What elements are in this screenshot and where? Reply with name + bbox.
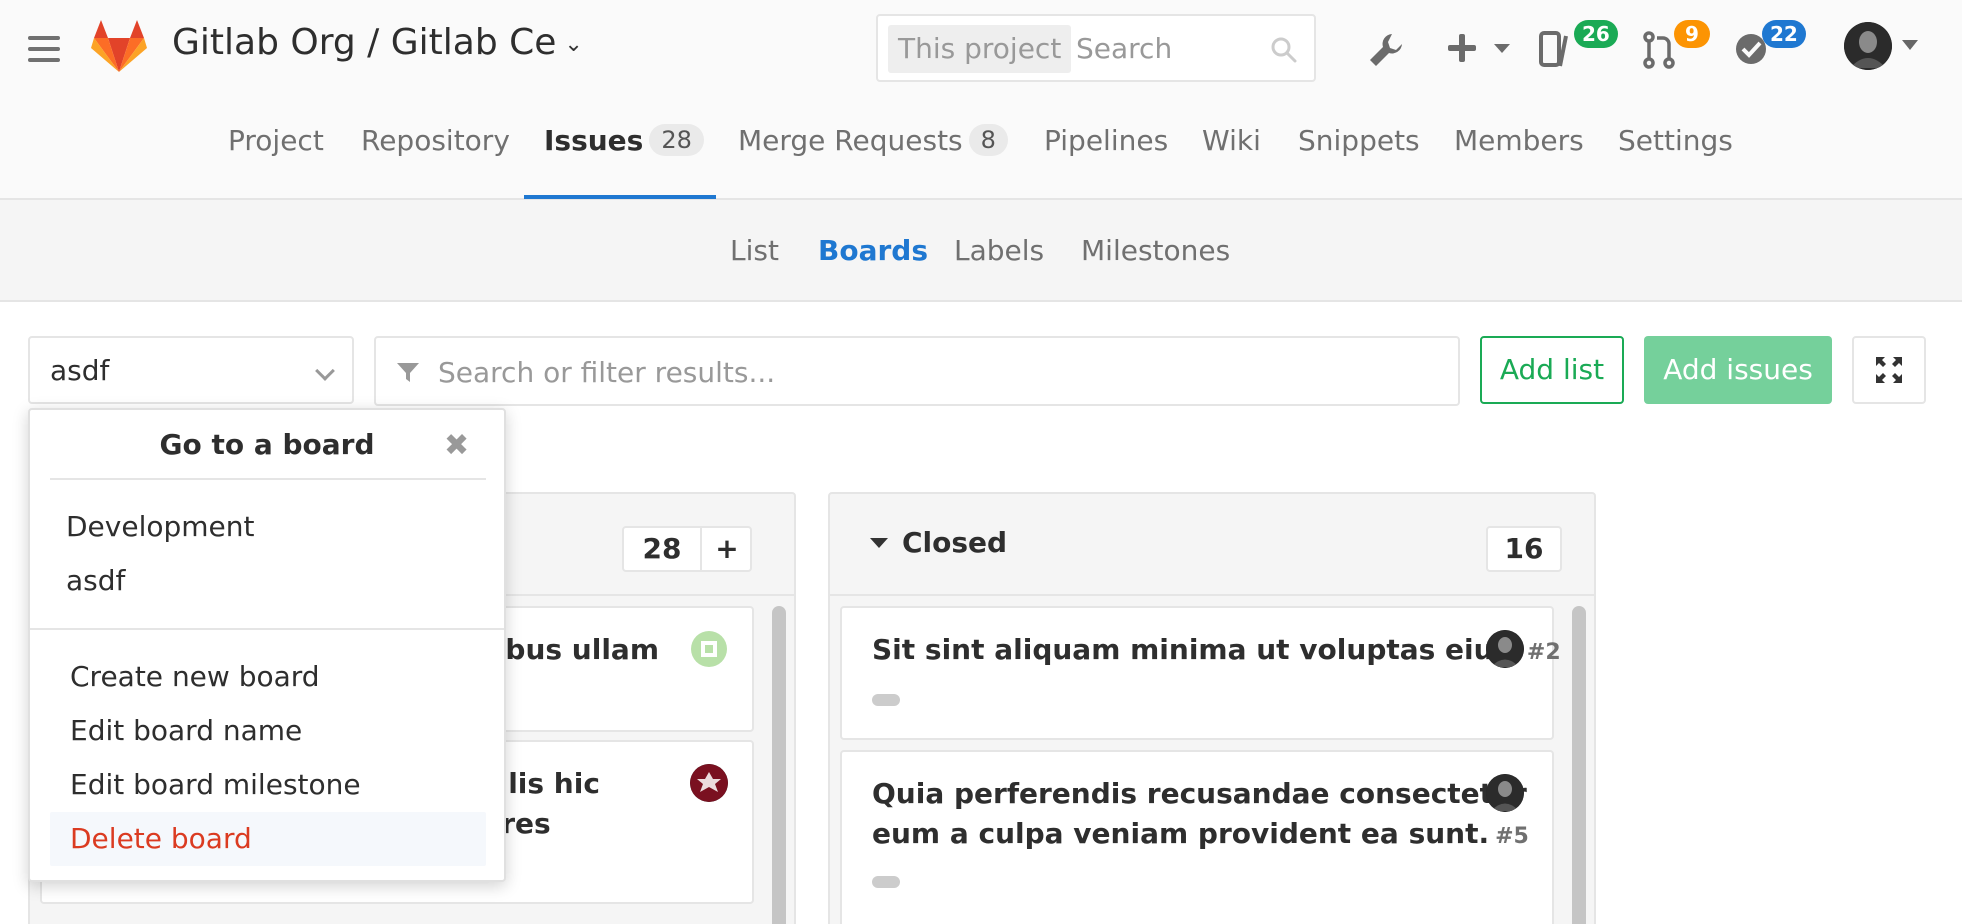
gitlab-logo-icon[interactable] (90, 18, 148, 74)
issue-id: #5 (1495, 824, 1529, 849)
list-scrollbar[interactable] (772, 606, 786, 924)
list-issue-count: 16 (1486, 526, 1562, 572)
issues-link[interactable]: 22 (1732, 20, 1816, 72)
list-count-box: 28 + (622, 526, 752, 572)
header-search[interactable]: This project Search (876, 14, 1316, 82)
nav-repository[interactable]: Repository (361, 124, 510, 157)
nav-merge-requests[interactable]: Merge Requests 8 (738, 124, 1008, 157)
search-scope-label: This project (888, 25, 1072, 73)
delete-board-action[interactable]: Delete board (70, 822, 252, 855)
edit-board-milestone-action[interactable]: Edit board milestone (70, 768, 361, 801)
add-issue-plus-icon[interactable]: + (702, 528, 752, 570)
todos-link[interactable]: 26 (1538, 20, 1618, 72)
issue-card-title-line2: eum a culpa veniam provident ea sunt. #5 (872, 814, 1529, 857)
nav-project[interactable]: Project (228, 124, 324, 157)
board-option-asdf[interactable]: asdf (66, 564, 125, 597)
subnav-labels[interactable]: Labels (954, 234, 1044, 267)
top-header: Gitlab Org / Gitlab Ce ⌄ This project Sea… (0, 0, 1962, 200)
hamburger-menu-icon[interactable] (28, 36, 60, 62)
menu-divider (30, 628, 504, 630)
filter-search-bar[interactable]: Search or filter results... (374, 336, 1460, 406)
expand-icon (1876, 357, 1902, 383)
new-item-dropdown[interactable] (1446, 28, 1516, 78)
add-list-button[interactable]: Add list (1480, 336, 1624, 404)
user-portrait-icon (1844, 22, 1892, 70)
create-new-board-action[interactable]: Create new board (70, 660, 320, 693)
issue-card[interactable]: Quia perferendis recusandae consectetur … (840, 750, 1554, 924)
list-header: Closed 16 (830, 494, 1594, 596)
chevron-down-icon (315, 361, 335, 381)
search-icon (1271, 37, 1297, 63)
merge-requests-link[interactable]: 9 (1642, 20, 1722, 72)
nav-issues-label: Issues (544, 124, 644, 157)
chevron-down-icon (1494, 44, 1510, 53)
issue-id: #2 (1526, 640, 1561, 665)
plus-icon (1448, 34, 1476, 62)
board-list-closed: Closed 16 Sit sint aliquam minima ut vol… (828, 492, 1596, 924)
fullscreen-button[interactable] (1852, 336, 1926, 404)
edit-board-name-action[interactable]: Edit board name (70, 714, 302, 747)
nav-merge-requests-label: Merge Requests (738, 124, 963, 157)
list-scrollbar[interactable] (1572, 606, 1586, 924)
list-title: Closed (902, 526, 1008, 559)
wrench-icon[interactable] (1366, 30, 1406, 70)
subnav-boards[interactable]: Boards (818, 234, 928, 267)
list-issue-count: 28 (642, 532, 682, 565)
user-avatar-icon (1486, 630, 1524, 668)
chevron-down-icon: ⌄ (564, 32, 583, 57)
board-switcher-value: asdf (50, 354, 110, 387)
identicon-avatar-icon (690, 630, 728, 668)
label-pill (872, 694, 900, 706)
nav-issues[interactable]: Issues 28 (544, 124, 704, 157)
collapse-caret-icon[interactable] (870, 538, 888, 548)
user-avatar[interactable] (1844, 22, 1892, 70)
issues-count-badge: 22 (1762, 20, 1806, 48)
subnav-milestones[interactable]: Milestones (1081, 234, 1230, 267)
nav-merge-requests-badge: 8 (968, 124, 1008, 156)
close-icon[interactable]: ✖ (444, 428, 469, 463)
issue-card[interactable]: Sit sint aliquam minima ut voluptas eius… (840, 606, 1561, 740)
merge-request-icon (1643, 31, 1675, 69)
nav-members[interactable]: Members (1454, 124, 1584, 157)
menu-divider (50, 478, 486, 480)
issue-card-title: ribus ullam (482, 633, 659, 666)
issue-title-text: eum a culpa veniam provident ea sunt. (872, 817, 1490, 850)
board-switcher-menu: Go to a board ✖ Development asdf Create … (28, 408, 506, 882)
user-avatar-icon (1486, 774, 1524, 812)
issue-card-title-line1: Quia perferendis recusandae consectetur (872, 777, 1527, 810)
todos-count-badge: 26 (1574, 20, 1618, 48)
project-title-text: Gitlab Org / Gitlab Ce (172, 22, 557, 63)
menu-title: Go to a board (159, 428, 375, 461)
filter-icon (397, 363, 419, 382)
nav-pipelines[interactable]: Pipelines (1044, 124, 1168, 157)
active-nav-underline (524, 195, 716, 199)
project-title[interactable]: Gitlab Org / Gitlab Ce ⌄ (172, 22, 583, 63)
todo-list-icon (1539, 31, 1568, 67)
filter-input[interactable]: Search or filter results... (438, 356, 775, 389)
sub-navigation: List Boards Labels Milestones (0, 200, 1962, 302)
board-switcher-dropdown[interactable]: asdf (28, 336, 354, 404)
search-input[interactable]: Search (1076, 25, 1172, 73)
issue-title-text: Sit sint aliquam minima ut voluptas eius… (872, 633, 1521, 666)
add-issues-button[interactable]: Add issues (1644, 336, 1832, 404)
merge-requests-count-badge: 9 (1674, 20, 1710, 48)
label-pill (872, 876, 900, 888)
nav-wiki[interactable]: Wiki (1202, 124, 1261, 157)
board-option-development[interactable]: Development (66, 510, 255, 543)
nav-settings[interactable]: Settings (1618, 124, 1733, 157)
subnav-list[interactable]: List (730, 234, 779, 267)
nav-issues-badge: 28 (649, 124, 704, 156)
chevron-down-icon[interactable] (1902, 40, 1918, 50)
nav-snippets[interactable]: Snippets (1298, 124, 1420, 157)
identicon-avatar-icon (690, 764, 728, 802)
issue-card-title[interactable]: Sit sint aliquam minima ut voluptas eius… (872, 630, 1561, 673)
